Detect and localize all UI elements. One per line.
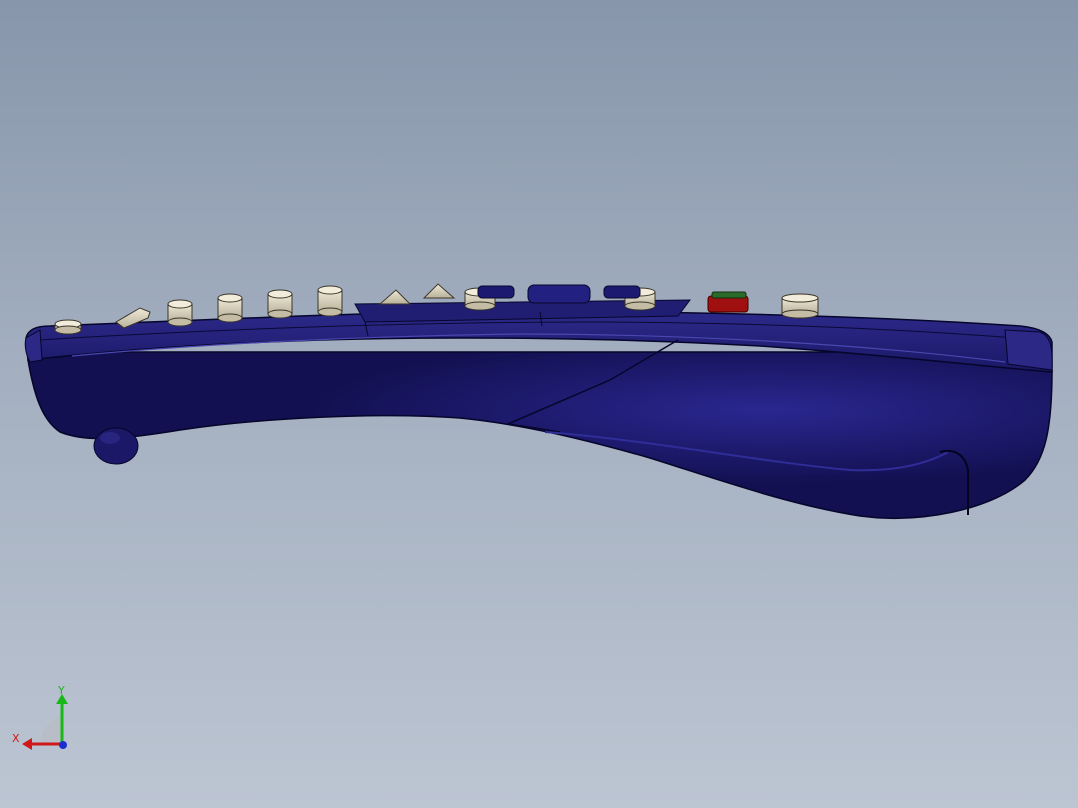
y-axis-label: Y: [57, 684, 65, 697]
center-dial[interactable]: [527, 284, 591, 304]
x-axis-label: X: [12, 732, 20, 745]
rocker-left[interactable]: [477, 285, 515, 299]
triad-plane: [40, 716, 62, 744]
3d-viewport[interactable]: Y X: [0, 0, 1078, 808]
remote-control-model[interactable]: [0, 0, 1078, 808]
remote-button-3[interactable]: [217, 293, 243, 323]
record-button-cap: [711, 291, 747, 299]
remote-button-5[interactable]: [317, 285, 343, 317]
remote-body-lower: [27, 351, 1053, 519]
remote-button-2[interactable]: [167, 299, 193, 327]
z-axis-dot: [59, 741, 67, 749]
x-axis-arrow: [22, 738, 32, 750]
remote-button-cone-1[interactable]: [378, 289, 412, 305]
remote-button-cone-2[interactable]: [422, 283, 456, 299]
remote-button-4[interactable]: [267, 289, 293, 319]
remote-button-1[interactable]: [54, 319, 82, 335]
rocker-right[interactable]: [603, 285, 641, 299]
end-cap-right: [1004, 329, 1053, 371]
remote-button-8[interactable]: [781, 293, 819, 319]
axis-triad: Y X: [12, 684, 68, 750]
